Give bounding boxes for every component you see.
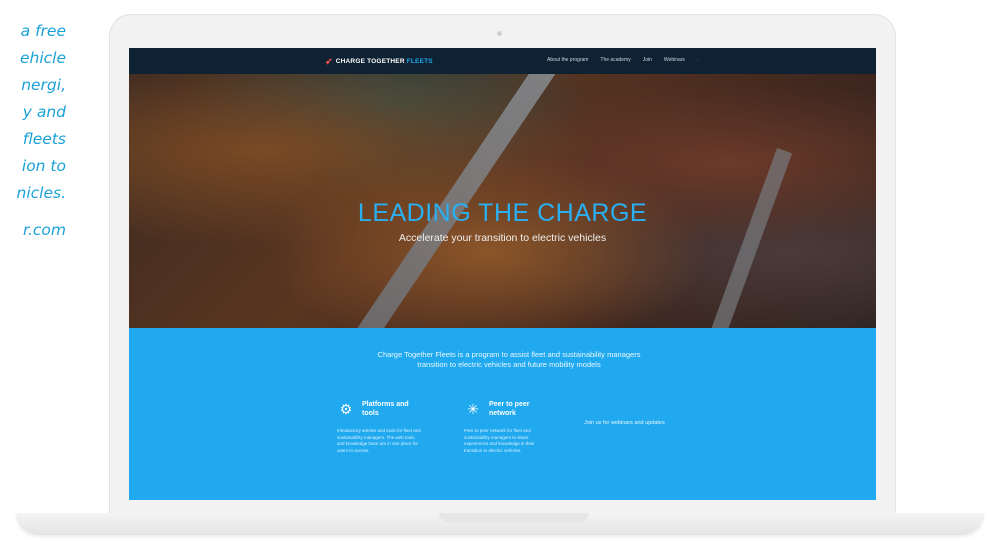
join-link[interactable]: Join us for webinars and updates <box>584 420 665 426</box>
menu-dot-icon[interactable]: · <box>697 57 699 63</box>
feature-title: Platforms and tools <box>362 401 409 417</box>
logo-accent: FLEETS <box>406 58 433 65</box>
feature-network[interactable]: ✳ Peer to peer network <box>464 400 549 418</box>
intro-text: Charge Together Fleets is a program to a… <box>377 350 641 369</box>
feature-title: Peer to peer network <box>489 401 530 417</box>
caption-line: fleets <box>22 130 66 148</box>
site-navbar: ➶ CHARGE TOGETHER FLEETS About the progr… <box>129 48 876 74</box>
hero-subtitle: Accelerate your transition to electric v… <box>398 232 607 244</box>
nav-item-about[interactable]: About the program <box>547 57 588 63</box>
feature-desc: Peer to peer network for fleet and susta… <box>464 428 535 453</box>
logo-name: CHARGE TOGETHER <box>335 58 405 65</box>
intro-section: Charge Together Fleets is a program to a… <box>129 328 876 500</box>
laptop-notch <box>439 513 589 522</box>
camera-icon <box>497 31 502 36</box>
bolt-icon: ➶ <box>325 56 333 66</box>
laptop-base <box>16 513 984 535</box>
caption-line: y and <box>22 103 66 121</box>
hero-title: LEADING THE CHARGE <box>357 199 648 227</box>
nav-item-academy[interactable]: The academy <box>600 57 630 63</box>
caption-line: nicles. <box>16 184 67 202</box>
feature-platforms[interactable]: ⚙ Platforms and tools <box>337 400 422 418</box>
nav-item-join[interactable]: Join <box>643 57 652 63</box>
laptop-screen: ➶ CHARGE TOGETHER FLEETS About the progr… <box>129 48 876 500</box>
caption-line: ehicle <box>19 49 66 67</box>
caption-line: nergi, <box>21 76 66 94</box>
nav-item-webinars[interactable]: Webinars <box>664 57 685 63</box>
caption-line: ion to <box>21 157 66 175</box>
marketing-caption: a free ehicle nergi, y and fleets ion to… <box>0 18 67 244</box>
caption-url[interactable]: r.com <box>0 217 66 244</box>
caption-line: a free <box>20 22 66 40</box>
site-logo[interactable]: ➶ CHARGE TOGETHER FLEETS <box>325 56 433 67</box>
laptop-mockup: ➶ CHARGE TOGETHER FLEETS About the progr… <box>109 14 896 514</box>
feature-desc: Introductory articles and tools for flee… <box>337 428 421 453</box>
hero-banner: LEADING THE CHARGE Accelerate your trans… <box>129 74 876 328</box>
nav-menu: About the program The academy Join Webin… <box>547 57 699 63</box>
network-icon: ✳ <box>467 401 479 417</box>
tools-icon: ⚙ <box>339 401 353 417</box>
